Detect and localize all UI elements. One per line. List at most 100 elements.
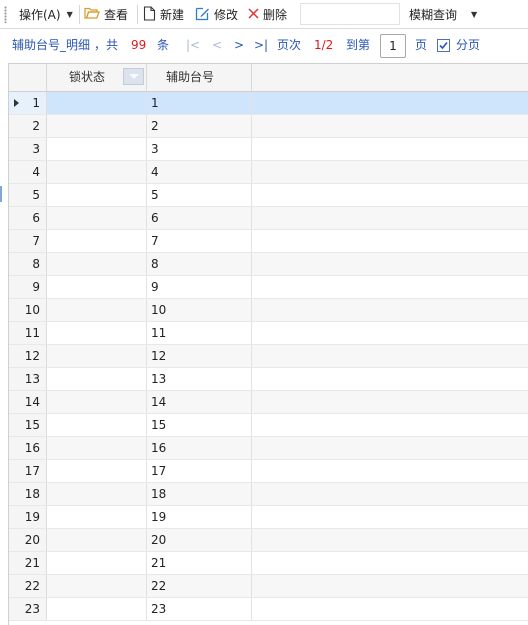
table-row[interactable]: 66 (9, 207, 528, 230)
table-row[interactable]: 14 14 (9, 391, 528, 414)
lock-status-cell[interactable] (47, 437, 147, 459)
row-index-cell[interactable]: 18 (9, 483, 47, 505)
row-index-cell[interactable]: 16 (9, 437, 47, 459)
aux-code-cell[interactable]: 19 (147, 506, 252, 528)
aux-code-cell[interactable]: 18 (147, 483, 252, 505)
table-row[interactable]: 11 11 (9, 322, 528, 345)
lock-status-cell[interactable] (47, 552, 147, 574)
aux-code-cell[interactable]: 3 (147, 138, 252, 160)
table-row[interactable]: 10 10 (9, 299, 528, 322)
next-page-button[interactable]: > (234, 29, 244, 61)
table-row[interactable]: 22 (9, 115, 528, 138)
aux-code-cell[interactable]: 15 (147, 414, 252, 436)
operate-menu-button[interactable]: 操作(A) ▼ (19, 0, 73, 29)
lock-status-cell[interactable] (47, 575, 147, 597)
aux-code-cell[interactable]: 21 (147, 552, 252, 574)
aux-code-cell[interactable]: 2 (147, 115, 252, 137)
lock-status-cell[interactable] (47, 276, 147, 298)
aux-code-cell[interactable]: 1 (147, 92, 252, 114)
table-row[interactable]: 20 20 (9, 529, 528, 552)
table-row[interactable]: 88 (9, 253, 528, 276)
aux-code-cell[interactable]: 8 (147, 253, 252, 275)
aux-code-cell[interactable]: 9 (147, 276, 252, 298)
lock-status-cell[interactable] (47, 299, 147, 321)
prev-page-button[interactable]: < (212, 29, 222, 61)
lock-status-cell[interactable] (47, 138, 147, 160)
aux-code-cell[interactable]: 12 (147, 345, 252, 367)
first-page-button[interactable]: |< (186, 29, 200, 61)
column-header-aux-code[interactable]: 辅助台号 (147, 64, 252, 91)
row-index-cell[interactable]: 23 (9, 598, 47, 620)
lock-status-cell[interactable] (47, 598, 147, 620)
table-row[interactable]: 11 (9, 92, 528, 115)
lock-status-cell[interactable] (47, 253, 147, 275)
aux-code-cell[interactable]: 11 (147, 322, 252, 344)
aux-code-cell[interactable]: 10 (147, 299, 252, 321)
table-row[interactable]: 19 19 (9, 506, 528, 529)
aux-code-cell[interactable]: 23 (147, 598, 252, 620)
aux-code-cell[interactable]: 14 (147, 391, 252, 413)
toolbar-grip[interactable] (4, 6, 7, 23)
row-index-cell[interactable]: 11 (9, 322, 47, 344)
lock-status-cell[interactable] (47, 184, 147, 206)
table-row[interactable]: 44 (9, 161, 528, 184)
lock-status-cell[interactable] (47, 414, 147, 436)
edit-button[interactable]: 修改 (195, 0, 238, 29)
lock-status-cell[interactable] (47, 161, 147, 183)
lock-status-cell[interactable] (47, 391, 147, 413)
filter-dropdown-icon[interactable] (123, 68, 144, 85)
row-index-cell[interactable]: 15 (9, 414, 47, 436)
table-row[interactable]: 23 23 (9, 598, 528, 621)
row-index-cell[interactable]: 6 (9, 207, 47, 229)
aux-code-cell[interactable]: 4 (147, 161, 252, 183)
table-row[interactable]: 15 15 (9, 414, 528, 437)
row-index-cell[interactable]: 12 (9, 345, 47, 367)
row-index-cell[interactable]: 13 (9, 368, 47, 390)
delete-button[interactable]: 删除 (248, 0, 287, 29)
table-row[interactable]: 18 18 (9, 483, 528, 506)
lock-status-cell[interactable] (47, 322, 147, 344)
row-index-cell[interactable]: 3 (9, 138, 47, 160)
aux-code-cell[interactable]: 6 (147, 207, 252, 229)
paging-checkbox[interactable] (437, 39, 450, 52)
row-index-cell[interactable]: 14 (9, 391, 47, 413)
table-row[interactable]: 99 (9, 276, 528, 299)
row-index-cell[interactable]: 7 (9, 230, 47, 252)
row-index-cell[interactable]: 2 (9, 115, 47, 137)
row-index-cell[interactable]: 20 (9, 529, 47, 551)
aux-code-cell[interactable]: 22 (147, 575, 252, 597)
aux-code-cell[interactable]: 20 (147, 529, 252, 551)
row-index-cell[interactable]: 22 (9, 575, 47, 597)
table-row[interactable]: 22 22 (9, 575, 528, 598)
table-row[interactable]: 13 13 (9, 368, 528, 391)
aux-code-cell[interactable]: 7 (147, 230, 252, 252)
fuzzy-query-dropdown[interactable]: 模糊查询 ▼ (409, 0, 477, 29)
lock-status-cell[interactable] (47, 483, 147, 505)
lock-status-cell[interactable] (47, 506, 147, 528)
new-button[interactable]: 新建 (143, 0, 184, 29)
lock-status-cell[interactable] (47, 368, 147, 390)
row-index-cell[interactable]: 5 (9, 184, 47, 206)
table-row[interactable]: 21 21 (9, 552, 528, 575)
table-row[interactable]: 33 (9, 138, 528, 161)
aux-code-cell[interactable]: 17 (147, 460, 252, 482)
row-index-cell[interactable]: 10 (9, 299, 47, 321)
row-index-cell[interactable]: 19 (9, 506, 47, 528)
row-index-cell[interactable]: 9 (9, 276, 47, 298)
row-index-cell[interactable]: 4 (9, 161, 47, 183)
lock-status-cell[interactable] (47, 115, 147, 137)
last-page-button[interactable]: >| (254, 29, 268, 61)
row-index-cell[interactable]: 21 (9, 552, 47, 574)
table-row[interactable]: 55 (9, 184, 528, 207)
lock-status-cell[interactable] (47, 207, 147, 229)
table-row[interactable]: 12 12 (9, 345, 528, 368)
aux-code-cell[interactable]: 16 (147, 437, 252, 459)
row-index-cell[interactable]: 8 (9, 253, 47, 275)
lock-status-cell[interactable] (47, 92, 147, 114)
table-row[interactable]: 16 16 (9, 437, 528, 460)
lock-status-cell[interactable] (47, 460, 147, 482)
table-row[interactable]: 77 (9, 230, 528, 253)
aux-code-cell[interactable]: 13 (147, 368, 252, 390)
lock-status-cell[interactable] (47, 529, 147, 551)
lock-status-cell[interactable] (47, 230, 147, 252)
